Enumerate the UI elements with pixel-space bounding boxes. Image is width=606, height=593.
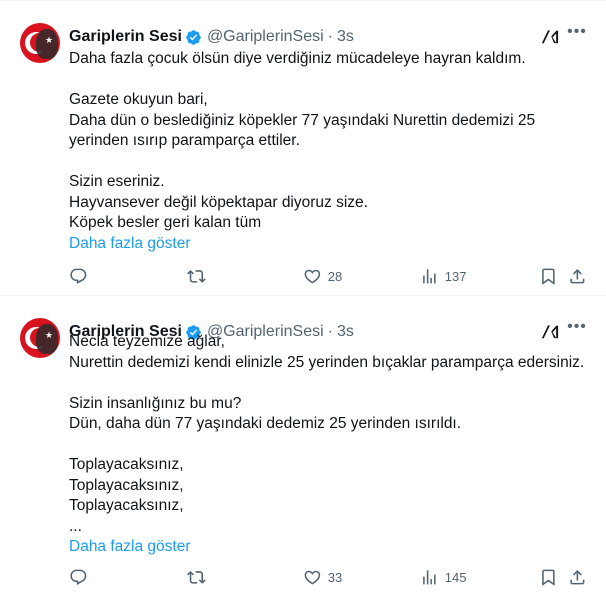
like-button[interactable]: 33	[303, 567, 342, 587]
show-more-link[interactable]: Daha fazla göster	[69, 234, 589, 255]
text-line	[69, 152, 589, 173]
avatar[interactable]: ★	[20, 23, 60, 63]
separator: ·	[327, 28, 333, 45]
views-icon	[423, 268, 436, 284]
bookmark-icon	[542, 569, 555, 586]
views-button[interactable]: 145	[420, 567, 466, 587]
text-line: Toplayacaksınız,	[69, 476, 184, 494]
author-name[interactable]: Gariplerin Sesi	[69, 28, 182, 46]
views-button[interactable]: 137	[420, 266, 466, 286]
text-line: Köpek besler geri kalan tüm	[69, 214, 262, 231]
tweet[interactable]: ★ Gariplerin Sesi @GariplerinSesi · 3s •…	[0, 296, 606, 593]
text-line: Hayvansever değil köpektapar diyoruz siz…	[69, 193, 368, 211]
bookmark-button[interactable]	[539, 266, 558, 286]
repost-icon	[187, 269, 206, 283]
repost-button[interactable]	[187, 567, 206, 587]
repost-button[interactable]	[187, 266, 206, 286]
text-line: Nurettin dedemizi kendi elinizle 25 yeri…	[69, 353, 585, 371]
like-count: 28	[327, 268, 343, 284]
author-handle[interactable]: @GariplerinSesi	[207, 28, 324, 46]
bookmark-icon	[542, 268, 555, 285]
reply-icon	[70, 569, 87, 585]
like-icon	[304, 570, 321, 585]
tweet-text: Daha fazla çocuk ölsün diye verdiğiniz m…	[69, 49, 589, 254]
text-line: Toplayacaksınız,	[69, 497, 184, 514]
view-count: 137	[444, 268, 467, 284]
text-line: Sizin eseriniz.	[69, 173, 165, 190]
text-line	[69, 435, 589, 456]
text-line: Daha fazla çocuk ölsün diye verdiğiniz m…	[69, 50, 526, 67]
repost-icon	[187, 570, 206, 584]
reply-button[interactable]	[69, 266, 88, 286]
share-icon	[570, 569, 585, 585]
tweet-text: Necla teyzemize ağlar, Nurettin dedemizi…	[69, 332, 589, 558]
text-line: Necla teyzemize ağlar,	[69, 333, 225, 350]
reply-button[interactable]	[69, 567, 88, 587]
text-line	[69, 70, 589, 91]
text-line: yerinden ısırıp paramparça ettiler.	[69, 132, 300, 149]
like-count: 33	[327, 569, 343, 585]
share-button[interactable]	[568, 266, 587, 286]
text-line: Daha dün o beslediğiniz köpekler 77 yaşı…	[69, 111, 536, 129]
verified-badge-icon	[186, 29, 201, 45]
like-icon	[304, 269, 321, 284]
more-icon[interactable]: •••	[566, 23, 588, 45]
show-more-link[interactable]: Daha fazla göster	[69, 537, 589, 558]
views-icon	[423, 569, 436, 585]
share-button[interactable]	[568, 567, 587, 587]
action-bar: 33 145	[69, 567, 589, 587]
view-count: 145	[444, 569, 467, 585]
bookmark-button[interactable]	[539, 567, 558, 587]
grok-icon[interactable]	[540, 27, 560, 47]
tweet-header: Gariplerin Sesi @GariplerinSesi · 3s	[69, 26, 354, 48]
text-line: ...	[69, 517, 82, 535]
action-bar: 28 137	[69, 266, 589, 286]
avatar[interactable]: ★	[20, 318, 60, 358]
text-line: Toplayacaksınız,	[69, 456, 184, 473]
text-line: Dün, daha dün 77 yaşındaki dedemiz 25 ye…	[69, 415, 462, 432]
share-icon	[570, 268, 585, 284]
tweet[interactable]: ★ Gariplerin Sesi @GariplerinSesi · 3s •…	[0, 0, 606, 296]
timeline-feed: ★ Gariplerin Sesi @GariplerinSesi · 3s •…	[0, 0, 606, 593]
timestamp[interactable]: 3s	[337, 28, 354, 46]
like-button[interactable]: 28	[303, 266, 342, 286]
text-line: Sizin insanlığınız bu mu?	[69, 394, 242, 412]
reply-icon	[70, 268, 87, 284]
text-line	[69, 373, 589, 394]
text-line: Gazete okuyun bari,	[69, 91, 208, 108]
